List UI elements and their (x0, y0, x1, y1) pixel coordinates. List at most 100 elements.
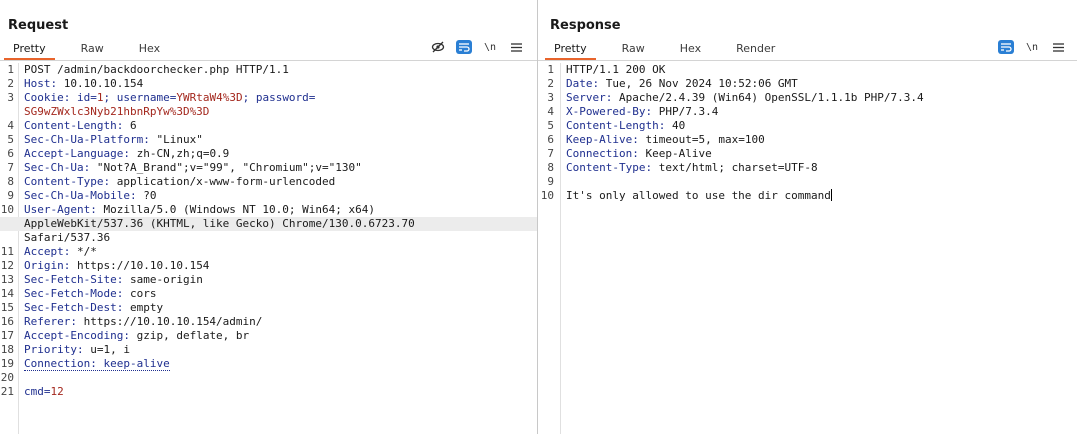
word-wrap-icon[interactable] (998, 40, 1014, 54)
line-number: 8 (547, 161, 554, 174)
code-token: Content-Length: (24, 119, 124, 132)
line-number: 13 (0, 273, 14, 286)
code-line: 5 Content-Length: 40 (538, 119, 1077, 133)
code-token: Sec-Fetch-Site: (24, 273, 124, 286)
line-text: Origin: https://10.10.10.154 (24, 259, 209, 273)
response-tab-render[interactable]: Render (727, 38, 784, 60)
request-tabs: Pretty Raw Hex (4, 38, 186, 60)
line-number: 15 (0, 301, 14, 314)
word-wrap-icon[interactable] (456, 40, 472, 54)
code-token: SG9wZWxlc3Nyb21hbnRpYw%3D%3D (24, 105, 210, 118)
code-line: Safari/537.36 (0, 231, 537, 245)
eye-slash-icon[interactable] (430, 40, 446, 54)
code-token: Referer: (24, 315, 77, 328)
code-token: 40 (665, 119, 686, 132)
code-token: Accept-Language: (24, 147, 130, 160)
line-number: 21 (0, 385, 14, 398)
response-toolbar: \n (988, 40, 1066, 54)
line-number: 3 (547, 91, 554, 104)
code-token: zh-CN,zh;q=0.9 (129, 147, 230, 160)
newline-icon[interactable]: \n (482, 40, 498, 54)
code-token: X-Powered-By: (566, 105, 653, 118)
code-line: 21 cmd=12 (0, 385, 537, 399)
line-number: 6 (547, 133, 554, 146)
line-number: 18 (0, 343, 14, 356)
code-line: 15 Sec-Fetch-Dest: empty (0, 301, 537, 315)
code-token: Content-Type: (24, 175, 111, 188)
response-tab-pretty[interactable]: Pretty (545, 38, 596, 60)
request-tab-pretty[interactable]: Pretty (4, 38, 55, 60)
response-tab-hex[interactable]: Hex (671, 38, 710, 60)
line-text: User-Agent: Mozilla/5.0 (Windows NT 10.0… (24, 203, 375, 217)
code-line: SG9wZWxlc3Nyb21hbnRpYw%3D%3D (0, 105, 537, 119)
line-number: 12 (0, 259, 14, 272)
line-number: 4 (547, 105, 554, 118)
request-toolbar: \n (420, 40, 524, 54)
code-line: 19 Connection: keep-alive (0, 357, 537, 371)
code-token: Sec-Fetch-Dest: (24, 301, 124, 314)
code-token: User-Agent: (24, 203, 97, 216)
code-line: 3 Cookie: id=1; username=YWRtaW4%3D; pass… (0, 91, 537, 105)
code-token: gzip, deflate, br (129, 329, 250, 342)
line-text: Content-Type: application/x-www-form-url… (24, 175, 335, 189)
line-number: 10 (540, 189, 554, 202)
code-token: same-origin (123, 273, 203, 286)
line-text: Host: 10.10.10.154 (24, 77, 143, 91)
code-line: 7 Connection: Keep-Alive (538, 147, 1077, 161)
code-token: Keep-Alive (638, 147, 712, 160)
code-token: Date: (566, 77, 600, 90)
code-token: Origin: (24, 259, 71, 272)
line-text: Content-Length: 6 (24, 119, 137, 133)
line-text: Sec-Fetch-Mode: cors (24, 287, 156, 301)
code-token: ?0 (136, 189, 157, 202)
line-text: Sec-Ch-Ua-Platform: "Linux" (24, 133, 203, 147)
line-number: 5 (547, 119, 554, 132)
newline-icon[interactable]: \n (1024, 40, 1040, 54)
line-text: Cookie: id=1; username=YWRtaW4%3D; passw… (24, 91, 315, 105)
code-token: POST /admin/backdoorchecker.php HTTP/1.1 (24, 63, 289, 76)
code-line: 17 Accept-Encoding: gzip, deflate, br (0, 329, 537, 343)
code-token: YWRtaW4%3D (176, 91, 243, 104)
request-tab-hex[interactable]: Hex (130, 38, 169, 60)
code-line: 1 POST /admin/backdoorchecker.php HTTP/1.… (0, 63, 537, 77)
code-token: Sec-Ch-Ua: (24, 161, 91, 174)
text-caret (830, 189, 832, 201)
code-line: 6 Accept-Language: zh-CN,zh;q=0.9 (0, 147, 537, 161)
code-token: Server: (566, 91, 613, 104)
line-text: SG9wZWxlc3Nyb21hbnRpYw%3D%3D (24, 105, 209, 119)
request-pane: Request Pretty Raw Hex \n 1 POST /admin/b… (0, 0, 537, 434)
code-token: It's only allowed to use the dir command (566, 189, 831, 202)
code-token: Sec-Ch-Ua-Mobile: (24, 189, 137, 202)
code-line: 4 X-Powered-By: PHP/7.3.4 (538, 105, 1077, 119)
request-tab-raw[interactable]: Raw (72, 38, 113, 60)
request-editor[interactable]: 1 POST /admin/backdoorchecker.php HTTP/1.… (0, 63, 537, 434)
menu-icon[interactable] (508, 40, 524, 54)
code-token: Apache/2.4.39 (Win64) OpenSSL/1.1.1b PHP… (612, 91, 924, 104)
code-token: 12 (50, 385, 64, 398)
line-text: Safari/537.36 (24, 231, 110, 245)
response-tab-raw[interactable]: Raw (613, 38, 654, 60)
response-pane: Response Pretty Raw Hex Render \n 1 HTTP/… (538, 0, 1077, 434)
line-text: Sec-Fetch-Dest: empty (24, 301, 163, 315)
code-token: Sec-Fetch-Mode: (24, 287, 124, 300)
response-tab-divider (538, 60, 1077, 61)
line-text: X-Powered-By: PHP/7.3.4 (566, 105, 718, 119)
code-token: Safari/537.36 (24, 231, 111, 244)
line-number: 10 (0, 203, 14, 216)
line-number: 9 (7, 189, 14, 202)
line-number: 9 (547, 175, 554, 188)
code-token: application/x-www-form-urlencoded (110, 175, 336, 188)
code-token: cors (123, 287, 157, 300)
line-text: Referer: https://10.10.10.154/admin/ (24, 315, 262, 329)
response-editor[interactable]: 1 HTTP/1.1 200 OK 2 Date: Tue, 26 Nov 2024 … (538, 63, 1077, 434)
code-line: 4 Content-Length: 6 (0, 119, 537, 133)
code-token: AppleWebKit/537.36 (KHTML, like Gecko) C… (24, 217, 415, 230)
code-token: 10.10.10.154 (57, 77, 144, 90)
line-text: Date: Tue, 26 Nov 2024 10:52:06 GMT (566, 77, 798, 91)
menu-icon[interactable] (1050, 40, 1066, 54)
code-token: Mozilla/5.0 (Windows NT 10.0; Win64; x64… (96, 203, 376, 216)
code-token: Sec-Ch-Ua-Platform: (24, 133, 150, 146)
line-text: AppleWebKit/537.36 (KHTML, like Gecko) C… (24, 217, 415, 231)
code-token: 6 (123, 119, 137, 132)
code-token: text/html; charset=UTF-8 (652, 161, 818, 174)
